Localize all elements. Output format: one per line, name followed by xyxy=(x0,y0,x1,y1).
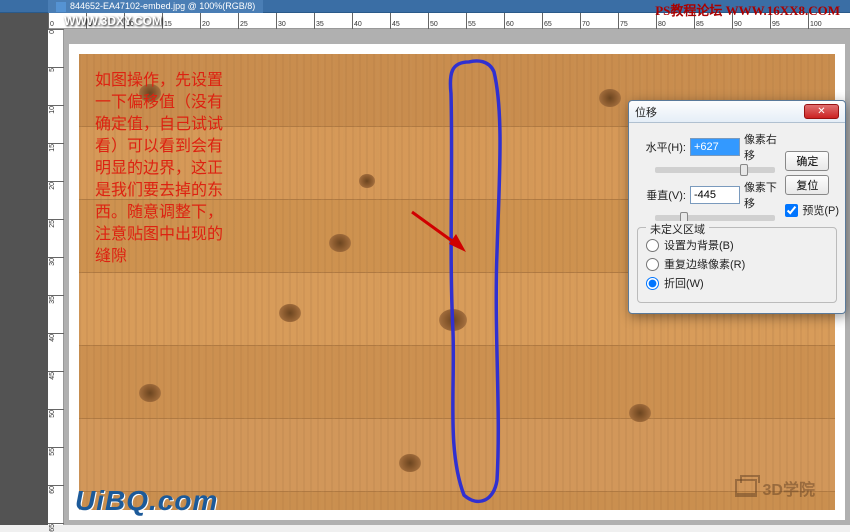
preview-label: 预览(P) xyxy=(802,202,839,218)
watermark-3d-academy: 3D学院 xyxy=(735,476,815,500)
watermark-uibq: UiBQ.com xyxy=(75,485,218,517)
fieldset-legend: 未定义区域 xyxy=(646,221,709,237)
vertical-unit-label: 像素下移 xyxy=(744,179,787,211)
dialog-body: 水平(H): 像素右移 垂直(V): 像素下移 未定义区域 设置为背景(B) 重… xyxy=(629,123,845,313)
dialog-title-text: 位移 xyxy=(635,104,804,120)
wood-knot xyxy=(139,384,161,402)
offset-dialog[interactable]: 位移 ✕ 水平(H): 像素右移 垂直(V): 像素下移 未定义区域 设置为背景… xyxy=(628,100,846,314)
horizontal-offset-input[interactable] xyxy=(690,138,740,156)
watermark-3dxy: WWW.3DXY.COM xyxy=(64,14,162,28)
horizontal-offset-slider[interactable] xyxy=(655,167,775,173)
radio-wrap-label: 折回(W) xyxy=(664,275,704,291)
wood-knot xyxy=(629,404,651,422)
radio-repeat-edge-label: 重复边缘像素(R) xyxy=(664,256,745,272)
undefined-area-fieldset: 未定义区域 设置为背景(B) 重复边缘像素(R) 折回(W) xyxy=(637,227,837,303)
radio-repeat-edge[interactable] xyxy=(646,258,659,271)
preview-checkbox[interactable] xyxy=(785,204,798,217)
radio-set-background-label: 设置为背景(B) xyxy=(664,237,734,253)
wood-knot xyxy=(399,454,421,472)
watermark-ps-forum: PS教程论坛 WWW.16XX8.COM xyxy=(655,0,840,19)
wood-knot xyxy=(359,174,375,188)
wood-knot xyxy=(439,309,467,331)
vertical-offset-input[interactable] xyxy=(690,186,740,204)
vertical-offset-label: 垂直(V): xyxy=(637,187,686,203)
radio-set-background[interactable] xyxy=(646,239,659,252)
dialog-title-bar[interactable]: 位移 ✕ xyxy=(629,101,845,123)
cancel-button[interactable]: 复位 xyxy=(785,175,829,195)
graduation-cap-icon xyxy=(735,479,757,497)
ok-button[interactable]: 确定 xyxy=(785,151,829,171)
horizontal-unit-label: 像素右移 xyxy=(744,131,787,163)
instruction-annotation-text: 如图操作，先设置一下偏移值（没有确定值，自己试试看）可以看到会有明显的边界，这正… xyxy=(95,70,235,268)
radio-wrap[interactable] xyxy=(646,277,659,290)
wood-knot xyxy=(599,89,621,107)
vertical-ruler[interactable]: 05101520253035404550556065 xyxy=(48,29,64,525)
wood-knot xyxy=(329,234,351,252)
document-tab[interactable]: 844652-EA47102-embed.jpg @ 100%(RGB/8) xyxy=(48,0,263,13)
horizontal-offset-label: 水平(H): xyxy=(637,139,686,155)
document-title: 844652-EA47102-embed.jpg @ 100%(RGB/8) xyxy=(70,0,255,13)
wood-knot xyxy=(279,304,301,322)
close-icon[interactable]: ✕ xyxy=(804,104,839,119)
ps-file-icon xyxy=(56,2,66,12)
left-tool-gutter xyxy=(0,0,48,525)
slider-thumb[interactable] xyxy=(740,164,748,176)
